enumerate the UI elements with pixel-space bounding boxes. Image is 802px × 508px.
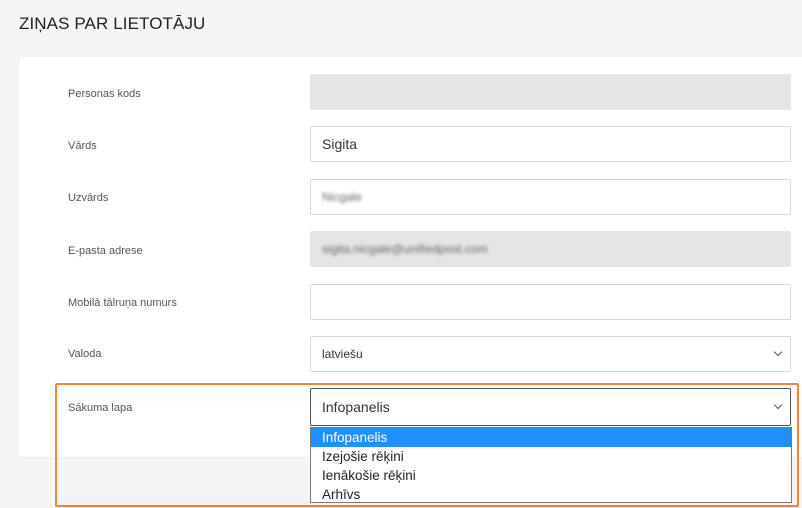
chevron-down-icon — [773, 347, 783, 357]
last-name-value: Nicgale — [322, 190, 363, 204]
last-name-label: Uzvārds — [68, 192, 109, 204]
mobile-input[interactable] — [310, 284, 791, 320]
first-name-input[interactable]: Sigita — [310, 126, 791, 162]
first-name-label: Vārds — [68, 140, 97, 152]
personal-code-label: Personas kods — [68, 88, 141, 100]
last-name-input[interactable]: Nicgale — [310, 179, 791, 215]
language-value: latviešu — [322, 347, 363, 361]
email-field: sigita.nicgale@unifiedpost.com — [310, 231, 791, 267]
start-page-label: Sākuma lapa — [68, 402, 133, 414]
mobile-label: Mobilā tālruņa numurs — [68, 297, 177, 309]
start-page-select[interactable]: Infopanelis — [310, 388, 791, 426]
dropdown-option-ienakosie-rekini[interactable]: Ienākošie rēķini — [311, 466, 791, 485]
start-page-dropdown: Infopanelis Izejošie rēķini Ienākošie rē… — [310, 427, 792, 503]
personal-code-field — [310, 74, 791, 110]
email-label: E-pasta adrese — [68, 245, 143, 257]
start-page-value: Infopanelis — [322, 399, 390, 415]
dropdown-option-arhivs[interactable]: Arhīvs — [311, 485, 791, 504]
language-label: Valoda — [68, 348, 102, 360]
email-value: sigita.nicgale@unifiedpost.com — [322, 242, 488, 256]
language-select[interactable]: latviešu — [310, 336, 791, 372]
dropdown-option-infopanelis[interactable]: Infopanelis — [311, 428, 791, 447]
first-name-value: Sigita — [322, 136, 358, 152]
chevron-down-icon — [773, 400, 783, 410]
dropdown-option-izejosie-rekini[interactable]: Izejošie rēķini — [311, 447, 791, 466]
page-title: ZIŅAS PAR LIETOTĀJU — [19, 14, 206, 33]
